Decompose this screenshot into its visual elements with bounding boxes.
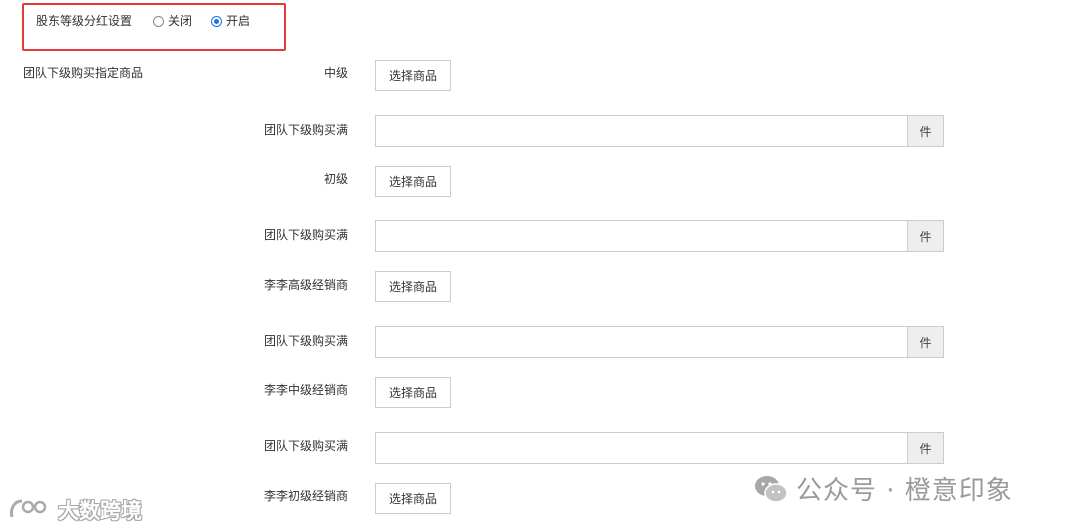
quantity-input-group: 件 bbox=[375, 220, 944, 252]
brand-logo-icon bbox=[10, 499, 47, 518]
select-product-button[interactable]: 选择商品 bbox=[375, 166, 451, 197]
radio-option-off[interactable]: 关闭 bbox=[153, 14, 192, 28]
quantity-input-group: 件 bbox=[375, 432, 944, 464]
radio-off[interactable] bbox=[153, 15, 164, 27]
unit-addon: 件 bbox=[907, 115, 944, 147]
wechat-watermark: 公众号 · 橙意印象 bbox=[754, 470, 1013, 507]
level-name-label: 李李高级经销商 bbox=[263, 278, 348, 292]
level-name-label: 初级 bbox=[323, 172, 348, 186]
radio-off-label: 关闭 bbox=[168, 14, 193, 28]
radio-on-label: 开启 bbox=[226, 14, 251, 28]
dividend-setting-label: 股东等级分红设置 bbox=[36, 14, 133, 28]
quantity-label: 团队下级购买满 bbox=[263, 228, 348, 242]
unit-addon: 件 bbox=[907, 220, 944, 252]
brand-watermark: 大数跨境 bbox=[8, 495, 142, 525]
select-product-button[interactable]: 选择商品 bbox=[375, 271, 451, 302]
quantity-input[interactable] bbox=[375, 220, 907, 252]
quantity-input-group: 件 bbox=[375, 115, 944, 147]
radio-on[interactable] bbox=[211, 15, 222, 27]
quantity-input-group: 件 bbox=[375, 326, 944, 358]
select-product-button[interactable]: 选择商品 bbox=[375, 60, 451, 91]
quantity-input[interactable] bbox=[375, 326, 907, 358]
watermark-text: 公众号 · 橙意印象 bbox=[796, 476, 1013, 506]
quantity-label: 团队下级购买满 bbox=[263, 439, 348, 453]
unit-addon: 件 bbox=[907, 326, 944, 358]
unit-addon: 件 bbox=[907, 432, 944, 464]
radio-option-on[interactable]: 开启 bbox=[211, 14, 250, 28]
select-product-button[interactable]: 选择商品 bbox=[375, 483, 451, 514]
select-product-button[interactable]: 选择商品 bbox=[375, 377, 451, 408]
quantity-label: 团队下级购买满 bbox=[263, 334, 348, 348]
brand-watermark-text: 大数跨境 bbox=[58, 499, 142, 523]
quantity-input[interactable] bbox=[375, 432, 907, 464]
level-name-label: 李李中级经销商 bbox=[263, 383, 348, 397]
quantity-input[interactable] bbox=[375, 115, 907, 147]
quantity-label: 团队下级购买满 bbox=[263, 123, 348, 137]
wechat-icon bbox=[755, 475, 788, 503]
level-name-label: 中级 bbox=[323, 66, 348, 80]
